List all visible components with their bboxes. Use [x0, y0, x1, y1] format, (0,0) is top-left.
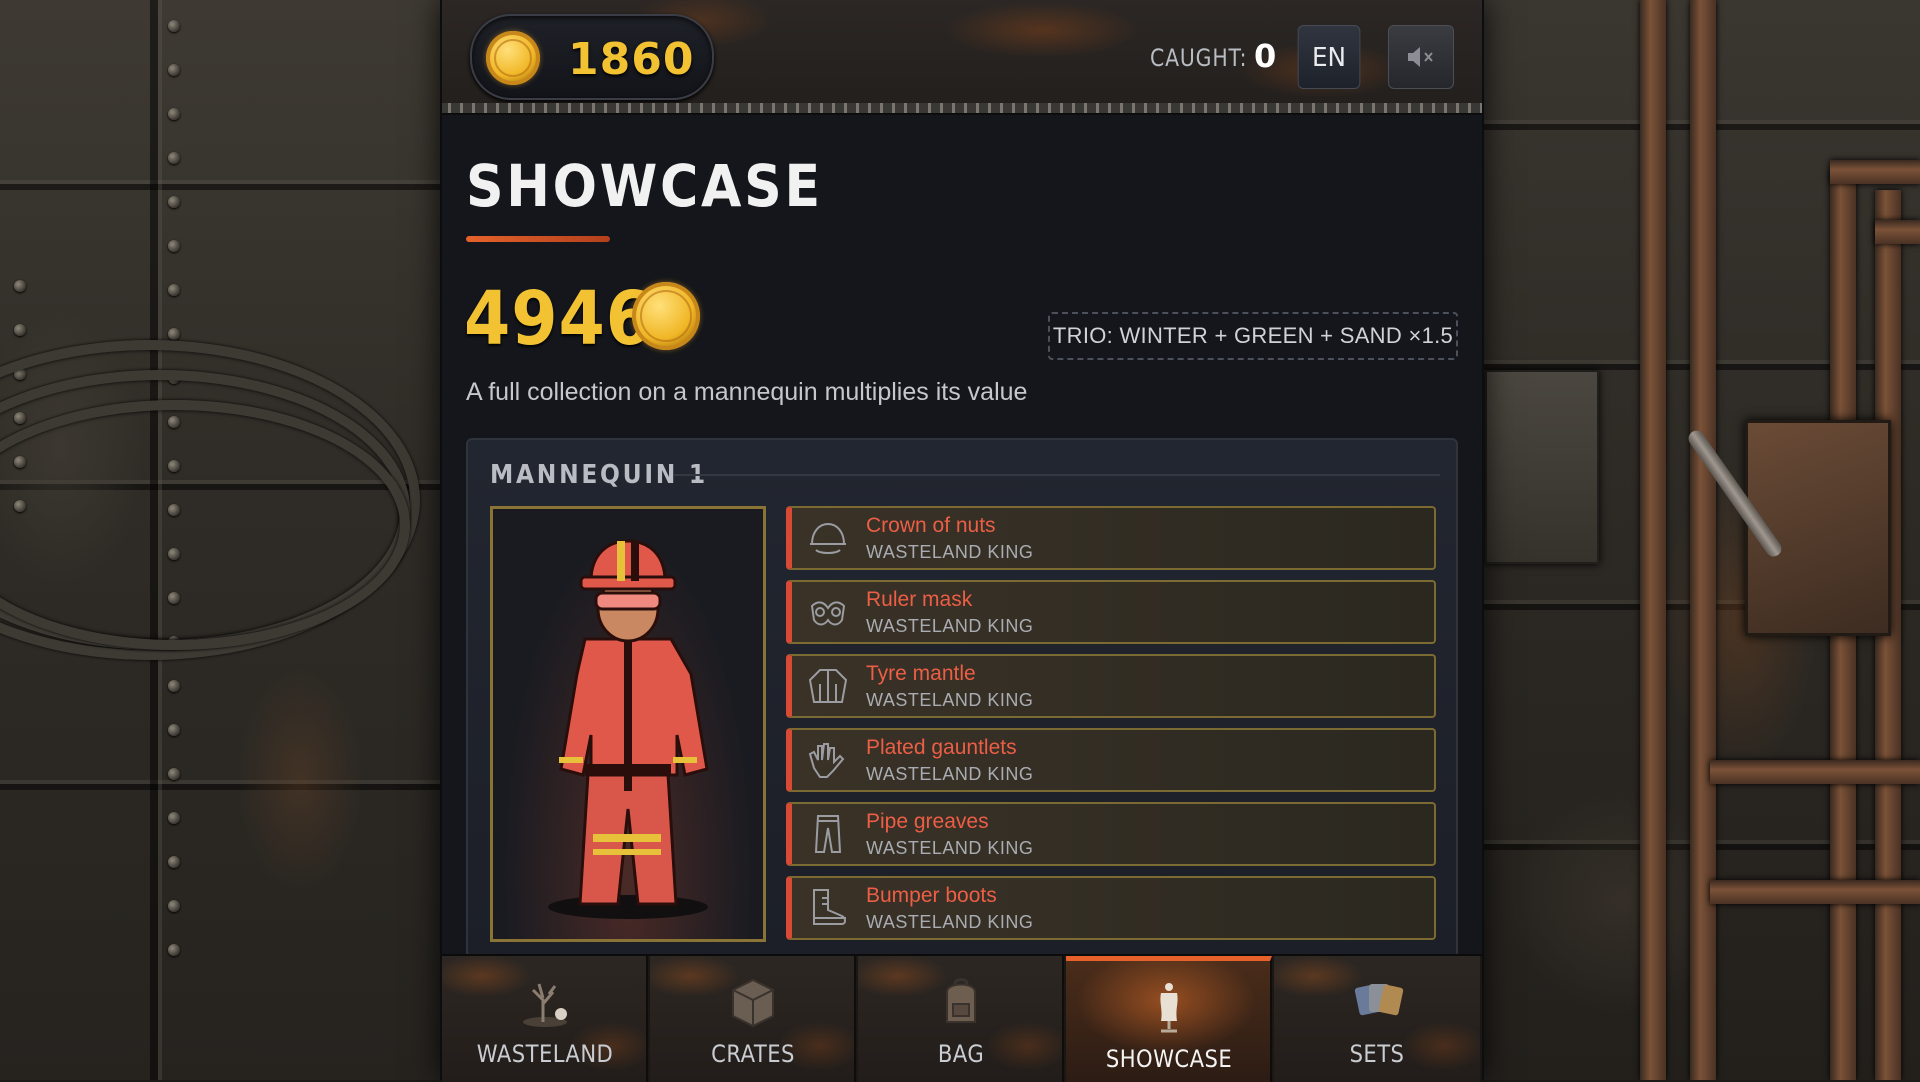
- equipment-slot-legs[interactable]: Pipe greaves WASTELAND KING: [786, 802, 1436, 866]
- nav-label: CRATES: [711, 1040, 795, 1068]
- main-panel: 1860 CAUGHT: 0 EN SHOWCASE 4946 TRIO: WI…: [440, 0, 1484, 1082]
- backpack-icon: [946, 978, 976, 1023]
- nav-tab-showcase[interactable]: SHOWCASE: [1066, 956, 1272, 1082]
- bottom-navigation: WASTELAND CRATES BAG SHOWCASE SETS: [442, 954, 1482, 1082]
- item-set: WASTELAND KING: [866, 912, 1034, 932]
- item-name: Pipe greaves: [866, 810, 989, 833]
- page-title: SHOWCASE: [466, 152, 823, 220]
- nav-label: SETS: [1349, 1040, 1405, 1068]
- item-name: Ruler mask: [866, 588, 973, 611]
- language-button[interactable]: EN: [1297, 25, 1361, 89]
- dead-tree-icon: [523, 983, 567, 1027]
- pipe: [1710, 760, 1920, 784]
- item-name: Plated gauntlets: [866, 736, 1017, 759]
- item-name: Bumper boots: [866, 884, 997, 907]
- pipe: [1875, 220, 1920, 244]
- nav-label: WASTELAND: [476, 1040, 614, 1068]
- item-name: Tyre mantle: [866, 662, 976, 685]
- nav-label: BAG: [937, 1040, 985, 1068]
- showcase-description: A full collection on a mannequin multipl…: [466, 378, 1028, 406]
- pipe: [1640, 0, 1666, 1080]
- showcase-total-value: 4946: [464, 276, 653, 362]
- mannequin-card: MANNEQUIN 1 Crown of nuts WASTELAND KING…: [466, 438, 1458, 958]
- item-set: WASTELAND KING: [866, 616, 1034, 636]
- gloves-icon: [808, 743, 845, 778]
- caught-label: CAUGHT:: [1150, 44, 1248, 72]
- coin-icon: [486, 31, 540, 85]
- equipment-slot-hands[interactable]: Plated gauntlets WASTELAND KING: [786, 728, 1436, 792]
- item-name: Crown of nuts: [866, 514, 996, 537]
- nav-tab-bag[interactable]: BAG: [858, 956, 1064, 1082]
- equipment-slot-head[interactable]: Crown of nuts WASTELAND KING: [786, 506, 1436, 570]
- equipment-slot-body[interactable]: Tyre mantle WASTELAND KING: [786, 654, 1436, 718]
- bonus-badge: TRIO: WINTER + GREEN + SAND ×1.5: [1048, 312, 1458, 360]
- background-left-wall: [0, 0, 440, 1080]
- item-set: WASTELAND KING: [866, 764, 1034, 784]
- coin-count: 1860: [568, 34, 695, 85]
- nav-tab-wasteland[interactable]: WASTELAND: [442, 956, 648, 1082]
- divider: [674, 474, 1440, 476]
- pipe: [1690, 0, 1716, 1080]
- top-bar: 1860 CAUGHT: 0 EN: [442, 0, 1482, 112]
- equipment-slot-feet[interactable]: Bumper boots WASTELAND KING: [786, 876, 1436, 940]
- pipe: [1710, 880, 1920, 904]
- jacket-icon: [808, 669, 848, 703]
- item-set: WASTELAND KING: [866, 838, 1034, 858]
- sound-toggle-button[interactable]: [1388, 25, 1454, 89]
- caught-value: 0: [1254, 37, 1277, 75]
- mannequin-avatar-icon: [548, 539, 709, 919]
- electrical-box: [1485, 370, 1599, 564]
- nav-tab-sets[interactable]: SETS: [1274, 956, 1480, 1082]
- item-set: WASTELAND KING: [866, 690, 1034, 710]
- boots-icon: [813, 889, 846, 925]
- crate-icon: [732, 978, 774, 1028]
- cards-icon: [1354, 984, 1404, 1016]
- mannequin-icon: [1160, 983, 1178, 1033]
- pipe: [1830, 160, 1920, 184]
- nav-label: SHOWCASE: [1105, 1045, 1233, 1073]
- coin-balance: 1860: [470, 14, 714, 100]
- nav-tab-crates[interactable]: CRATES: [650, 956, 856, 1082]
- helmet-icon: [810, 522, 846, 554]
- item-set: WASTELAND KING: [866, 542, 1034, 562]
- mannequin-figure[interactable]: [490, 506, 766, 942]
- pants-icon: [814, 815, 842, 853]
- equipment-slot-face[interactable]: Ruler mask WASTELAND KING: [786, 580, 1436, 644]
- coin-icon: [632, 282, 700, 350]
- speaker-muted-icon: [1408, 47, 1433, 67]
- mask-icon: [810, 601, 846, 626]
- title-underline: [466, 236, 610, 242]
- metal-strip: [442, 103, 1482, 115]
